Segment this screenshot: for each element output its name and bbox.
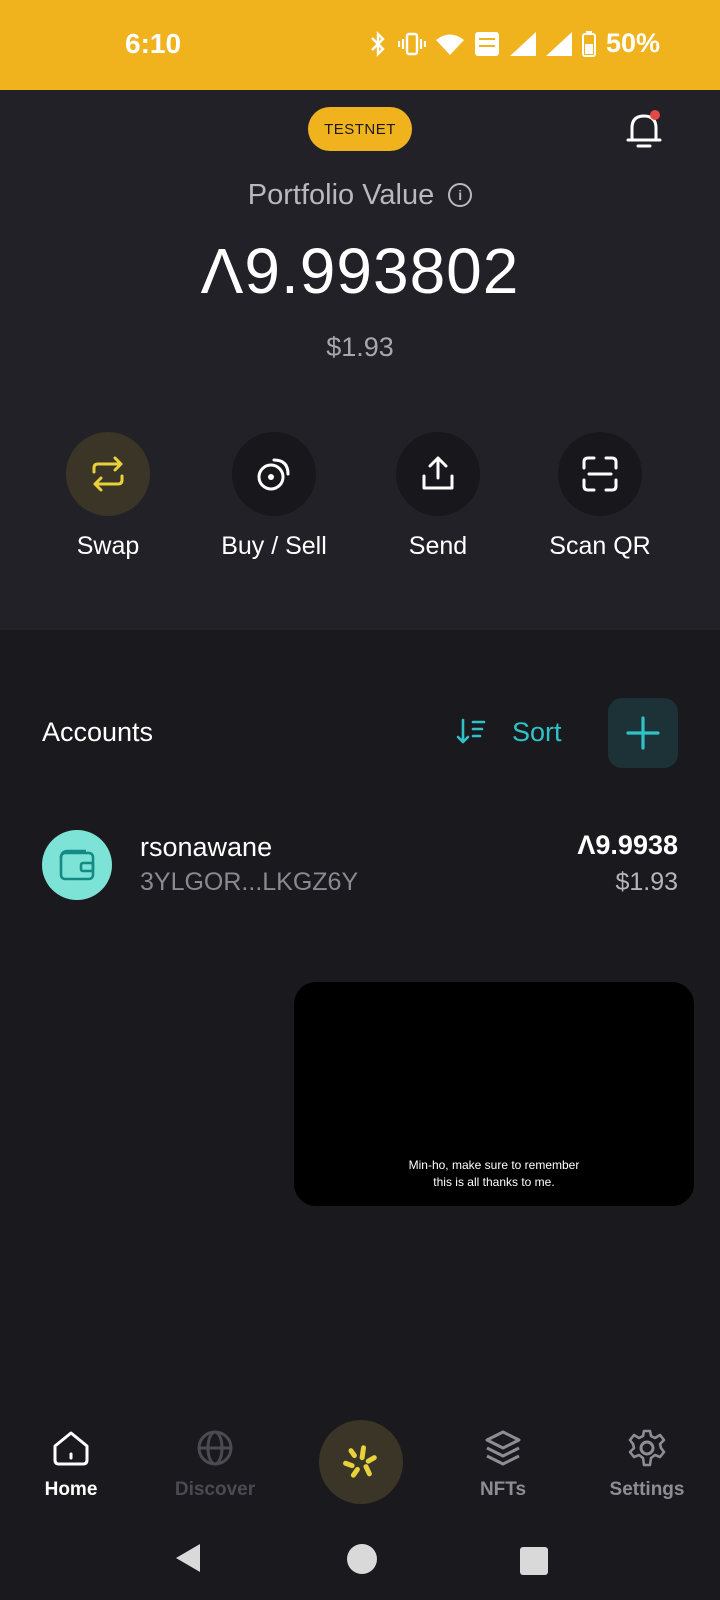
nav-nfts[interactable]: NFTs [443, 1428, 563, 1501]
wifi-icon [435, 34, 464, 55]
video-caption-line1: Min-ho, make sure to remember [408, 1158, 580, 1172]
nav-discover[interactable]: Discover [155, 1428, 275, 1501]
portfolio-label: Portfolio Value i [0, 178, 720, 212]
sort-label[interactable]: Sort [512, 717, 562, 748]
video-caption-line2: this is all thanks to me. [433, 1175, 555, 1189]
buy-sell-icon [257, 458, 290, 491]
buy-sell-button[interactable] [232, 432, 316, 516]
account-balance: Ʌ9.9938 [577, 830, 678, 860]
notification-button[interactable] [624, 108, 664, 152]
nav-home-label: Home [44, 1479, 98, 1500]
scan-qr-icon [582, 456, 618, 492]
pera-logo-icon [343, 1445, 377, 1478]
account-usd: $1.93 [615, 868, 678, 896]
signal-icon [509, 31, 536, 56]
swap-button[interactable] [66, 432, 150, 516]
pera-center-button[interactable] [319, 1420, 403, 1504]
system-home-button[interactable] [347, 1544, 377, 1574]
nav-home[interactable]: Home [11, 1428, 131, 1501]
swap-icon [92, 456, 124, 492]
scan-qr-label: Scan QR [549, 532, 651, 560]
layers-icon [485, 1430, 521, 1466]
portfolio-label-text: Portfolio Value [247, 178, 435, 211]
info-icon[interactable]: i [448, 183, 473, 208]
accounts-title: Accounts [42, 717, 154, 747]
account-avatar[interactable] [42, 830, 112, 900]
video-caption: Min-ho, make sure to remember this is al… [294, 1157, 694, 1191]
battery-percent: 50% [605, 28, 660, 58]
volte-icon [474, 31, 499, 56]
nav-nfts-label: NFTs [479, 1479, 527, 1500]
plus-icon [626, 716, 660, 750]
swap-label: Swap [76, 532, 140, 560]
scan-qr-button[interactable] [558, 432, 642, 516]
sort-button[interactable] [456, 716, 486, 751]
sort-icon [456, 718, 486, 744]
nav-discover-label: Discover [174, 1479, 256, 1500]
system-recents-button[interactable] [520, 1547, 548, 1575]
wallet-icon [59, 849, 95, 881]
battery-icon [581, 30, 596, 57]
portfolio-amount: Ʌ9.993802 [200, 235, 520, 307]
send-label: Send [408, 532, 468, 560]
status-time: 6:10 [125, 28, 182, 59]
network-badge[interactable]: TESTNET [308, 107, 412, 151]
nav-settings-label: Settings [609, 1479, 685, 1500]
gear-icon [628, 1429, 666, 1467]
bluetooth-icon [371, 30, 385, 57]
globe-icon [197, 1430, 233, 1466]
share-icon [422, 456, 454, 490]
home-icon [53, 1431, 89, 1466]
status-icons: 50% [368, 28, 660, 59]
send-button[interactable] [396, 432, 480, 516]
system-back-button[interactable] [174, 1542, 202, 1574]
account-name[interactable]: rsonawane [140, 832, 272, 863]
nav-settings[interactable]: Settings [587, 1428, 707, 1501]
signal-r-icon [545, 31, 572, 56]
bell-icon [626, 110, 662, 148]
vibrate-icon [397, 32, 426, 55]
buy-sell-label: Buy / Sell [221, 532, 327, 560]
account-address: 3YLGOR...LKGZ6Y [140, 868, 359, 896]
add-account-button[interactable] [608, 698, 678, 768]
portfolio-usd: $1.93 [326, 332, 394, 362]
